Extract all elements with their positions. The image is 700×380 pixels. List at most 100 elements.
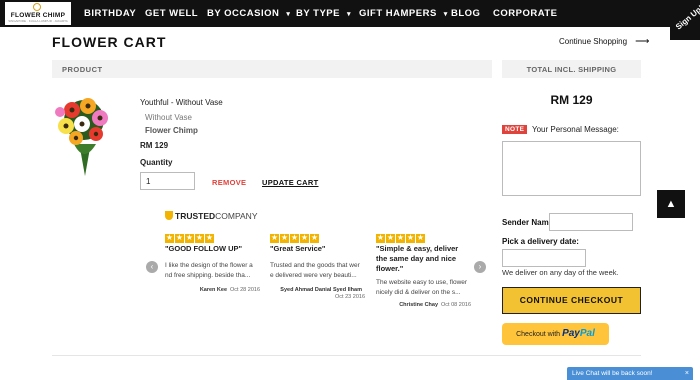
chevron-up-icon: ▲	[665, 198, 677, 210]
nav-get-well[interactable]: GET WELL	[145, 8, 198, 19]
star-icon	[195, 233, 204, 243]
nav-label: BY TYPE	[296, 8, 340, 19]
review-author: Christine Chay	[399, 302, 439, 308]
star-icon	[406, 233, 415, 243]
quantity-input[interactable]	[140, 172, 195, 190]
review-card[interactable]: "Simple & easy, deliver the same day and…	[376, 230, 471, 308]
close-icon[interactable]: ×	[685, 367, 689, 380]
star-icon	[205, 233, 214, 243]
review-date: Oct 08 2016	[441, 302, 471, 308]
product-variant: Without Vase	[145, 113, 192, 122]
paypal-brand-part: Pal	[579, 328, 595, 339]
star-icon	[185, 233, 194, 243]
review-title: "GOOD FOLLOW UP"	[165, 244, 243, 253]
sign-up-label: Sign Up!	[673, 3, 700, 32]
shield-icon	[165, 211, 173, 220]
sender-name-label: Sender Name	[502, 218, 554, 227]
note-badge: NOTE	[502, 125, 528, 134]
caret-down-icon: ▾	[346, 11, 351, 18]
nav-corporate[interactable]: CORPORATE	[493, 8, 558, 19]
star-icon	[310, 233, 319, 243]
scroll-to-top-button[interactable]: ▲	[657, 190, 685, 218]
star-icon	[396, 233, 405, 243]
nav-label: BIRTHDAY	[84, 8, 137, 19]
carousel-prev-button[interactable]: ‹	[146, 261, 158, 273]
nav-label: BLOG	[451, 8, 481, 19]
caret-down-icon: ▾	[286, 11, 291, 18]
delivery-note: We deliver on any day of the week.	[502, 268, 619, 277]
paypal-logo: PayPal	[562, 328, 595, 339]
personal-message-textarea[interactable]	[502, 141, 641, 196]
star-icon	[280, 233, 289, 243]
flower-logo-icon	[33, 3, 41, 11]
nav-label: GET WELL	[145, 8, 199, 19]
arrow-right-icon: ⟶	[635, 36, 650, 47]
chevron-right-icon: ›	[478, 262, 482, 271]
nav-label: GIFT HAMPERS	[359, 8, 437, 19]
review-title: "Simple & easy, deliver the same day and…	[376, 244, 459, 273]
remove-button[interactable]: REMOVE	[212, 178, 246, 187]
paypal-checkout-button[interactable]: Checkout with PayPal	[502, 323, 609, 345]
review-card[interactable]: "GOOD FOLLOW UP" I like the design of th…	[165, 230, 260, 293]
page-title: FLOWER CART	[52, 34, 167, 50]
quantity-label: Quantity	[140, 158, 173, 167]
review-title: "Great Service"	[270, 244, 326, 253]
review-date-line: Oct 23 2016	[270, 294, 365, 300]
continue-shopping-link[interactable]: Continue Shopping ⟶	[559, 36, 649, 47]
product-name[interactable]: Youthful - Without Vase	[140, 98, 223, 107]
review-date: Oct 28 2016	[230, 287, 260, 293]
update-cart-button[interactable]: UPDATE CART	[262, 178, 319, 187]
product-image[interactable]	[52, 96, 117, 176]
product-column-header: PRODUCT	[52, 60, 492, 78]
review-body: Trusted and the goods that wer e deliver…	[270, 262, 360, 279]
delivery-date-label: Pick a delivery date:	[502, 237, 579, 246]
review-meta: Syed Ahmad Danial Syed Ilham	[270, 287, 365, 293]
review-author: Syed Ahmad Danial Syed Ilham	[280, 287, 362, 293]
logo-name: FLOWER CHIMP	[10, 12, 66, 19]
divider	[52, 355, 641, 356]
logo-tagline: SINGAPORE · KUALA LUMPUR · JAKARTA	[8, 19, 68, 23]
top-nav-bar: FLOWER CHIMP SINGAPORE · KUALA LUMPUR · …	[0, 0, 700, 27]
nav-label: BY OCCASION	[207, 8, 280, 19]
carousel-next-button[interactable]: ›	[474, 261, 486, 273]
live-chat-widget[interactable]: Live Chat will be back soon! ×	[567, 367, 693, 380]
delivery-date-input[interactable]	[502, 249, 586, 267]
continue-checkout-button[interactable]: CONTINUE CHECKOUT	[502, 287, 641, 314]
review-body: The website easy to use, flower nicely d…	[376, 279, 468, 296]
nav-by-occasion[interactable]: BY OCCASION ▾	[207, 8, 290, 19]
caret-down-icon: ▾	[443, 11, 448, 18]
product-header-label: PRODUCT	[62, 65, 103, 74]
star-icon	[416, 233, 425, 243]
nav-by-type[interactable]: BY TYPE ▾	[296, 8, 351, 19]
paypal-prefix: Checkout with	[516, 331, 561, 338]
total-price: RM 129	[550, 93, 593, 107]
star-icon	[175, 233, 184, 243]
review-meta: Christine Chay Oct 08 2016	[376, 302, 471, 308]
star-icon	[290, 233, 299, 243]
review-author: Karen Kee	[199, 287, 228, 293]
product-price: RM 129	[140, 141, 169, 150]
star-icon	[165, 233, 174, 243]
star-icon	[376, 233, 385, 243]
total-header-label: TOTAL INCL. SHIPPING	[526, 65, 617, 74]
nav-birthday[interactable]: BIRTHDAY	[84, 8, 136, 19]
personal-message-label: Your Personal Message:	[532, 125, 619, 134]
nav-blog[interactable]: BLOG	[451, 8, 480, 19]
star-icon	[386, 233, 395, 243]
total-column-header: TOTAL INCL. SHIPPING	[502, 60, 641, 78]
nav-gift-hampers[interactable]: GIFT HAMPERS ▾	[359, 8, 448, 19]
flower-chimp-logo[interactable]: FLOWER CHIMP SINGAPORE · KUALA LUMPUR · …	[5, 2, 71, 25]
review-date: Oct 23 2016	[335, 294, 365, 300]
product-brand: Flower Chimp	[145, 126, 198, 135]
trusted-brand-suffix: COMPANY	[215, 211, 258, 221]
chevron-left-icon: ‹	[150, 262, 154, 271]
sign-up-tab[interactable]: Sign Up!	[670, 0, 700, 40]
paypal-brand-part: Pay	[562, 328, 580, 339]
live-chat-label: Live Chat will be back soon!	[572, 370, 653, 377]
review-card[interactable]: "Great Service" Trusted and the goods th…	[270, 230, 365, 300]
star-rating	[165, 230, 260, 243]
trusted-company-logo[interactable]: TRUSTEDCOMPANY	[165, 211, 258, 221]
star-rating	[376, 230, 471, 243]
sender-name-input[interactable]	[549, 213, 633, 231]
star-icon	[270, 233, 279, 243]
